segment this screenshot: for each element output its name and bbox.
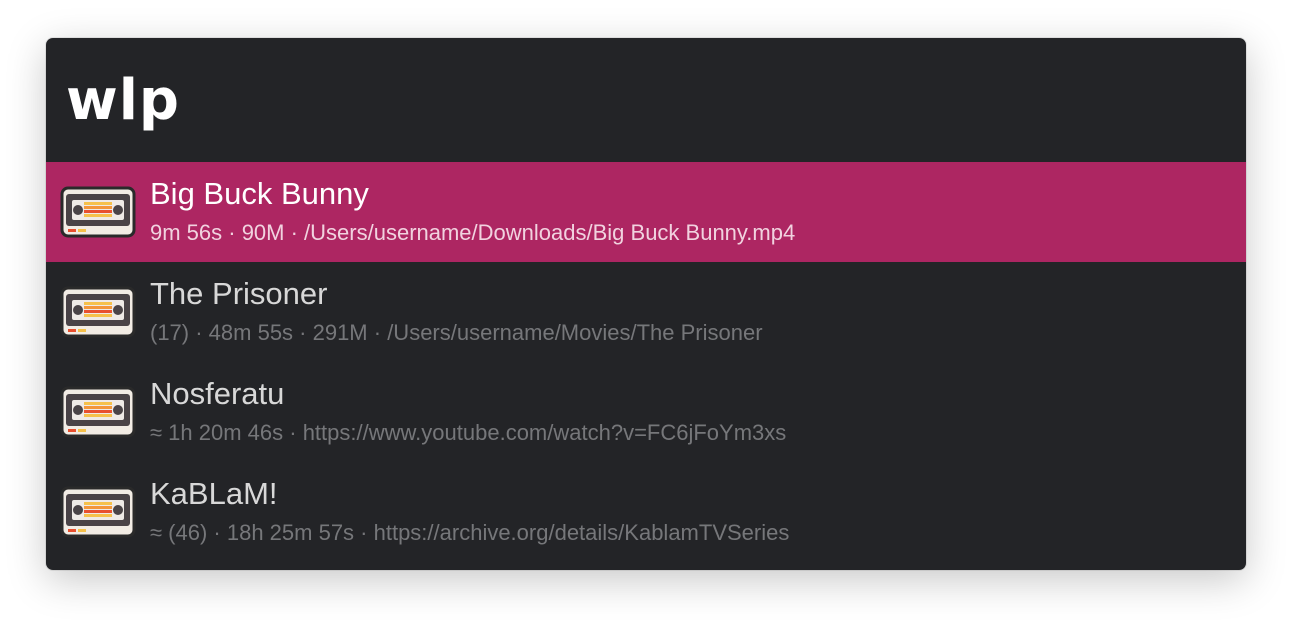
vhs-tape-icon — [60, 286, 136, 338]
search-input[interactable] — [66, 60, 1216, 140]
result-subtitle: ≈ 1h 20m 46s · https://www.youtube.com/w… — [150, 420, 787, 445]
result-row[interactable]: Nosferatu ≈ 1h 20m 46s · https://www.you… — [46, 362, 1246, 462]
result-row[interactable]: Big Buck Bunny 9m 56s · 90M · /Users/use… — [46, 162, 1246, 262]
vhs-tape-icon — [60, 386, 136, 438]
result-subtitle: ≈ (46) · 18h 25m 57s · https://archive.o… — [150, 520, 790, 545]
result-title: Nosferatu — [150, 376, 285, 411]
result-row[interactable]: The Prisoner (17) · 48m 55s · 291M · /Us… — [46, 262, 1246, 362]
vhs-tape-icon — [60, 186, 136, 238]
result-subtitle: (17) · 48m 55s · 291M · /Users/username/… — [150, 320, 763, 345]
result-subtitle: 9m 56s · 90M · /Users/username/Downloads… — [150, 220, 796, 245]
result-title: The Prisoner — [150, 276, 328, 311]
query-bar — [46, 38, 1246, 162]
launcher-window: Big Buck Bunny 9m 56s · 90M · /Users/use… — [46, 38, 1246, 570]
results-list: Big Buck Bunny 9m 56s · 90M · /Users/use… — [46, 162, 1246, 562]
result-title: Big Buck Bunny — [150, 176, 369, 211]
result-title: KaBLaM! — [150, 476, 278, 511]
result-row[interactable]: KaBLaM! ≈ (46) · 18h 25m 57s · https://a… — [46, 462, 1246, 562]
vhs-tape-icon — [60, 486, 136, 538]
